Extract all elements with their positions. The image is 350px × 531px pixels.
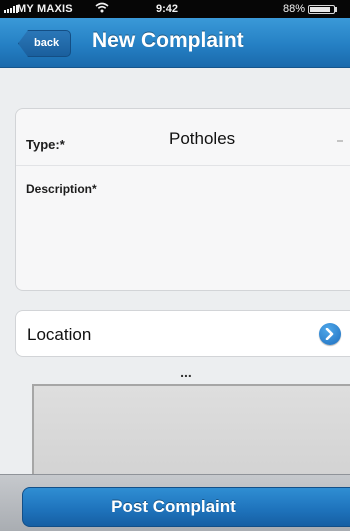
battery-percent: 88%	[283, 3, 306, 15]
status-bar: MY MAXIS 9:42 88%	[0, 0, 350, 18]
type-select[interactable]: Potholes	[169, 129, 235, 149]
dropdown-indicator-icon	[337, 140, 343, 142]
row-divider	[16, 165, 350, 166]
description-input[interactable]	[166, 175, 350, 280]
status-time: 9:42	[156, 3, 179, 15]
complaint-form: Type:* Potholes Description*	[15, 108, 350, 291]
signal-icon	[4, 5, 18, 13]
chevron-right-circle-icon[interactable]	[319, 323, 341, 345]
wifi-icon	[95, 2, 109, 16]
description-label: Description*	[26, 182, 97, 196]
battery-icon	[308, 5, 335, 14]
location-label: Location	[27, 325, 92, 344]
more-indicator[interactable]: ...	[168, 365, 204, 385]
location-row[interactable]: Location	[15, 310, 350, 357]
battery-fill	[310, 7, 331, 12]
carrier-name: MY MAXIS	[17, 3, 73, 15]
type-label: Type:*	[26, 137, 65, 152]
battery-tip	[335, 7, 337, 12]
post-complaint-button[interactable]: Post Complaint	[22, 487, 350, 527]
page-title: New Complaint	[92, 29, 244, 52]
bottom-toolbar: Post Complaint	[0, 474, 350, 531]
navigation-bar: back New Complaint	[0, 18, 350, 68]
back-button[interactable]: back	[18, 30, 72, 57]
